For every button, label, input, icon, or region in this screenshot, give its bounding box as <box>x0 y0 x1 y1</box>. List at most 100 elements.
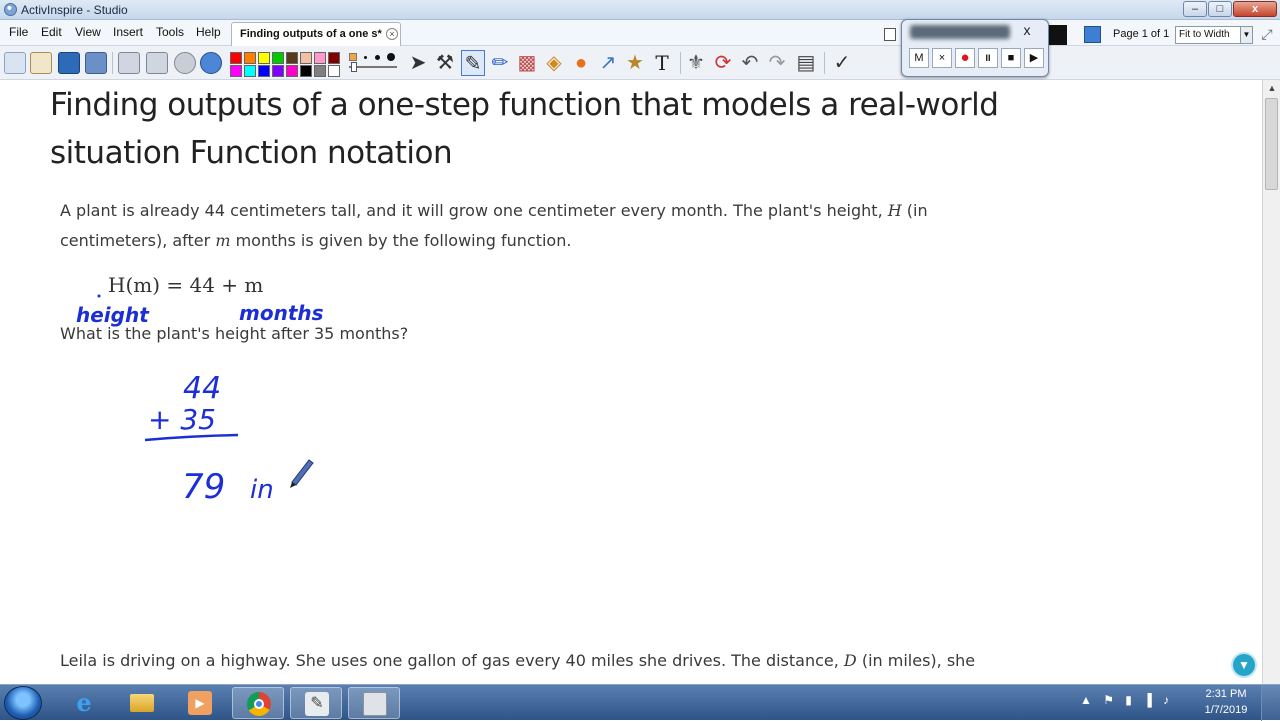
play-button[interactable]: ▶ <box>1024 48 1044 68</box>
menu-edit[interactable]: Edit <box>41 25 62 39</box>
clear-icon[interactable]: ⚜ <box>684 50 708 76</box>
tools-crossed-icon[interactable]: ⚒ <box>433 50 457 76</box>
scroll-thumb[interactable] <box>1265 98 1278 190</box>
undo-icon[interactable]: ↶ <box>738 50 762 76</box>
color-swatch-yellow[interactable] <box>258 52 270 64</box>
toolbar-separator <box>824 52 825 74</box>
zoom-select[interactable]: Fit to Width ▼ <box>1175 26 1253 44</box>
pen-icon[interactable]: ✎ <box>461 50 485 76</box>
color-swatch-orange[interactable] <box>244 52 256 64</box>
maximize-button[interactable]: □ <box>1208 1 1232 17</box>
highlighter-icon[interactable]: ✏ <box>488 50 512 76</box>
menu-insert[interactable]: Insert <box>113 25 143 39</box>
shape-icon[interactable]: ● <box>569 50 593 76</box>
taskbar-activinspire[interactable]: ✎ <box>290 687 342 719</box>
previous-page-icon[interactable] <box>118 52 140 74</box>
recorder-cancel-button[interactable]: × <box>932 48 952 68</box>
show-desktop-button[interactable] <box>1261 685 1280 721</box>
reset-icon[interactable]: ⟳ <box>711 50 735 76</box>
start-button[interactable] <box>4 686 42 720</box>
pen-width-small <box>364 56 367 59</box>
tools-icon[interactable] <box>85 52 107 74</box>
menu-tools[interactable]: Tools <box>156 25 184 39</box>
stop-button[interactable]: ■ <box>1001 48 1021 68</box>
menu-help[interactable]: Help <box>196 25 221 39</box>
color-swatch-pink[interactable] <box>314 52 326 64</box>
toolbar: ➤ ⚒ ✎ ✏ ▩ ◈ ● ↗ ★ T ⚜ ⟳ ↶ ↷ ▤ ✓ <box>0 46 1280 80</box>
fill-icon[interactable]: ◈ <box>542 50 566 76</box>
color-swatch-blue[interactable] <box>258 65 270 77</box>
handwritten-label-height: height <box>76 303 150 327</box>
page-view-icon[interactable] <box>884 28 896 41</box>
vertical-scrollbar[interactable]: ▲ <box>1262 80 1280 684</box>
color-swatch-black[interactable] <box>300 65 312 77</box>
page-browser-icon[interactable] <box>1084 26 1101 43</box>
connector-icon[interactable]: ↗ <box>596 50 620 76</box>
menu-view[interactable]: View <box>75 25 101 39</box>
play-icon[interactable] <box>174 52 196 74</box>
close-window-button[interactable]: x <box>1233 1 1277 17</box>
scroll-up-icon[interactable]: ▲ <box>1264 80 1280 96</box>
color-swatch-red[interactable] <box>230 52 242 64</box>
clock-date[interactable]: 1/7/2019 <box>1200 704 1252 716</box>
text-icon[interactable]: T <box>650 50 674 76</box>
handwritten-addend-35: + 35 <box>148 403 216 436</box>
close-tab-icon[interactable]: × <box>386 28 398 40</box>
pen-width-medium <box>375 55 380 60</box>
select-icon[interactable]: ➤ <box>406 50 430 76</box>
calculator-icon <box>363 692 387 716</box>
color-swatch-hot-pink[interactable] <box>286 65 298 77</box>
handwriting-icon[interactable] <box>58 52 80 74</box>
pause-button[interactable]: II <box>978 48 998 68</box>
ink-dot <box>97 294 101 298</box>
document-tab[interactable]: Finding outputs of a one s* × <box>231 22 401 46</box>
recorder-title <box>910 25 1010 39</box>
recorder-close-button[interactable]: x <box>1016 22 1038 38</box>
color-swatch-green[interactable] <box>272 52 284 64</box>
color-swatch-brown[interactable] <box>286 52 298 64</box>
activinspire-logo-icon <box>4 3 17 16</box>
title-bar: ActivInspire - Studio – □ x <box>0 0 1280 20</box>
toolbar-separator <box>112 52 113 74</box>
page-number-label: Page 1 of 1 <box>1113 28 1170 40</box>
menu-file[interactable]: File <box>9 25 28 39</box>
redo-icon[interactable]: ↷ <box>765 50 789 76</box>
browser-icon[interactable] <box>30 52 52 74</box>
color-swatch-gray[interactable] <box>314 65 326 77</box>
color-swatch-cyan[interactable] <box>244 65 256 77</box>
full-screen-icon[interactable]: ⤢ <box>1258 25 1276 43</box>
page-notes-icon[interactable]: ▤ <box>794 50 818 76</box>
taskbar-media-player[interactable]: ▶ <box>174 687 226 719</box>
media-player-icon: ▶ <box>188 691 212 715</box>
web-browser-icon[interactable] <box>200 52 222 74</box>
taskbar-file-explorer[interactable] <box>116 687 168 719</box>
chrome-icon <box>247 692 271 716</box>
color-picker-icon <box>349 53 357 61</box>
flipchart-page[interactable]: Finding outputs of a one-step function t… <box>0 80 1262 684</box>
record-button[interactable]: ● <box>955 48 975 68</box>
pen-width-large <box>387 53 395 61</box>
chevron-down-icon: ▼ <box>1240 27 1252 43</box>
taskbar-internet-explorer[interactable]: e <box>58 687 110 719</box>
next-page-icon[interactable] <box>146 52 168 74</box>
magic-ink-icon[interactable]: ★ <box>623 50 647 76</box>
scroll-down-button[interactable]: ▼ <box>1231 652 1257 678</box>
zoom-select-value: Fit to Width <box>1179 29 1230 40</box>
color-swatch-maroon[interactable] <box>328 52 340 64</box>
minimize-button[interactable]: – <box>1183 1 1207 17</box>
system-tray[interactable]: ▲ ⚑ ▮ ▐ ♪ <box>1080 693 1173 707</box>
eraser-icon[interactable]: ▩ <box>515 50 539 76</box>
taskbar-chrome[interactable] <box>232 687 284 719</box>
pen-width-slider-handle[interactable] <box>351 62 357 72</box>
pen-width-selector[interactable] <box>348 51 400 75</box>
clock-time[interactable]: 2:31 PM <box>1204 688 1248 700</box>
toolbar-separator <box>680 52 681 74</box>
color-swatch-magenta[interactable] <box>230 65 242 77</box>
main-menu-icon[interactable] <box>4 52 26 74</box>
color-swatch-white[interactable] <box>328 65 340 77</box>
customize-toolbar-icon[interactable]: ✓ <box>830 50 854 76</box>
recorder-m-button[interactable]: M <box>909 48 929 68</box>
color-swatch-purple[interactable] <box>272 65 284 77</box>
taskbar-calculator[interactable] <box>348 687 400 719</box>
color-swatch-peach[interactable] <box>300 52 312 64</box>
